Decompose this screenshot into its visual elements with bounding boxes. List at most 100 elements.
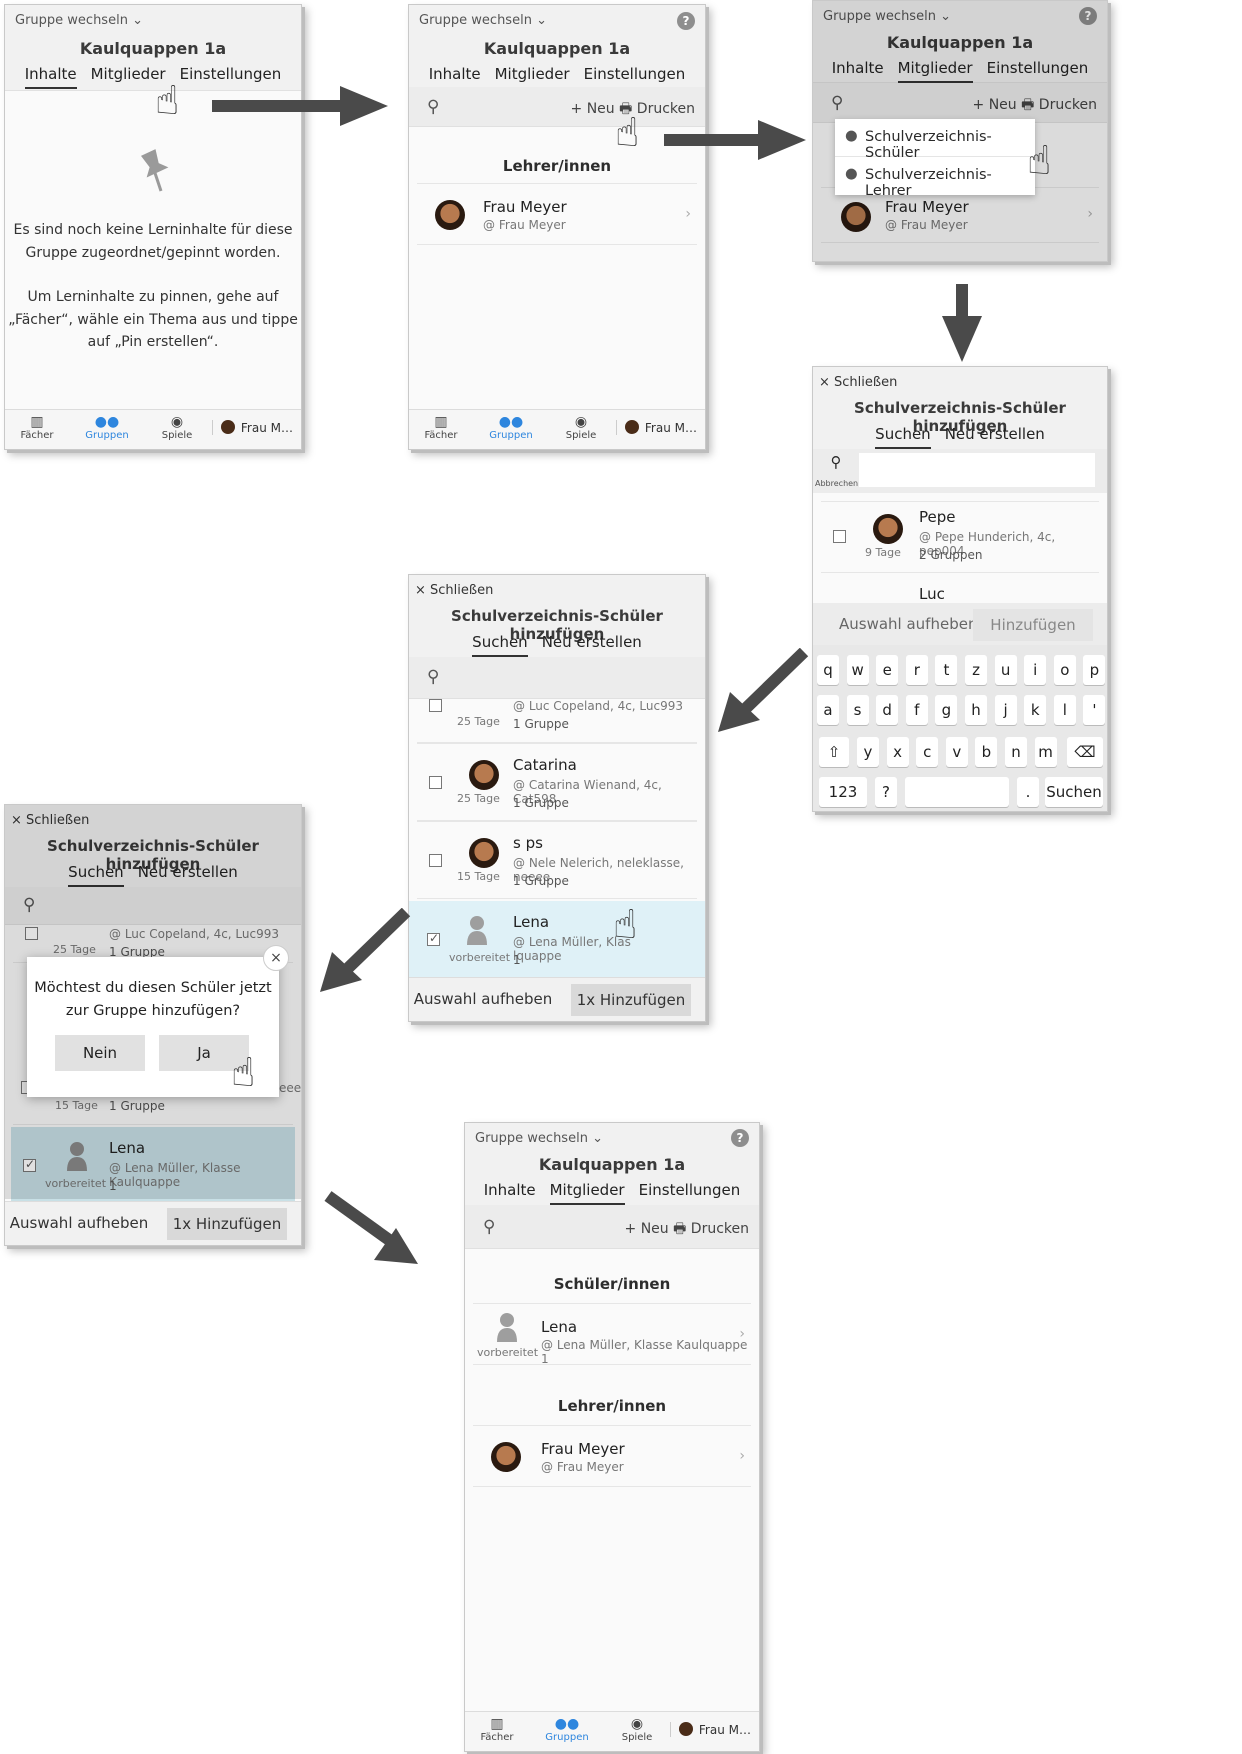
key-'[interactable]: ' <box>1083 695 1106 725</box>
nav-games[interactable]: ◉ Spiele <box>147 414 207 441</box>
list-item[interactable]: 15 Tage s ps @ Nele Nelerich, neleklasse… <box>417 821 697 899</box>
key-b[interactable]: b <box>975 737 998 767</box>
key-c[interactable]: c <box>916 737 939 767</box>
tab-contents[interactable]: Inhalte <box>24 65 77 89</box>
key-d[interactable]: d <box>876 695 899 725</box>
dialog-close-button[interactable]: × <box>263 945 289 971</box>
select-checkbox[interactable] <box>429 854 442 867</box>
list-item[interactable]: 25 Tage Catarina @ Catarina Wienand, 4c,… <box>417 743 697 821</box>
tab-contents[interactable]: Inhalte <box>429 65 481 89</box>
tab-settings[interactable]: Einstellungen <box>584 65 686 89</box>
tab-create[interactable]: Neu erstellen <box>945 425 1045 449</box>
tab-search[interactable]: Suchen <box>875 425 931 449</box>
tab-search[interactable]: Suchen <box>472 633 528 657</box>
gamepad-icon: ◉ <box>630 1716 644 1732</box>
people-icon: ●● <box>94 414 120 430</box>
new-button[interactable]: + Neu <box>625 1221 669 1237</box>
nav-user[interactable]: Frau M… <box>211 420 293 435</box>
shift-key[interactable]: ⇧ <box>819 737 849 767</box>
gamepad-icon: ◉ <box>170 414 184 430</box>
help-icon[interactable]: ? <box>731 1129 749 1147</box>
deselect-button[interactable]: Auswahl aufheben <box>839 615 977 633</box>
menu-item-teachers[interactable]: ● Schulverzeichnis-Lehrer <box>835 157 1035 199</box>
list-item-selected[interactable]: vorbereitet Lena @ Lena Müller, Klaslqua… <box>409 901 705 979</box>
print-button[interactable]: 🖶 Drucken <box>673 1221 749 1237</box>
close-button[interactable]: × Schließen <box>415 583 493 598</box>
key-g[interactable]: g <box>935 695 958 725</box>
tab-members[interactable]: Mitglieder <box>549 1181 625 1205</box>
key-s[interactable]: s <box>846 695 869 725</box>
dot-key[interactable]: . <box>1017 777 1039 807</box>
search-input[interactable] <box>859 453 1095 487</box>
list-item[interactable]: 25 Tage @ Luc Copeland, 4c, Luc993 1 Gru… <box>417 697 697 743</box>
nav-groups[interactable]: ●● Gruppen <box>481 414 541 441</box>
group-switch-button[interactable]: Gruppe wechseln ⌄ <box>475 1131 603 1146</box>
list-item[interactable]: Frau Meyer @ Frau Meyer › <box>417 183 697 245</box>
select-checkbox[interactable] <box>427 931 440 946</box>
nav-games[interactable]: ◉ Spiele <box>607 1716 667 1743</box>
no-button[interactable]: Nein <box>55 1035 145 1071</box>
key-o[interactable]: o <box>1053 655 1076 685</box>
nav-groups[interactable]: ●● Gruppen <box>77 414 137 441</box>
group-switch-button[interactable]: Gruppe wechseln ⌄ <box>419 13 547 28</box>
list-item[interactable]: 9 Tage Pepe @ Pepe Hunderich, 4c, pep004… <box>821 501 1099 573</box>
key-t[interactable]: t <box>935 655 958 685</box>
deselect-button[interactable]: Auswahl aufheben <box>409 990 557 1008</box>
tab-members[interactable]: Mitglieder <box>494 65 570 89</box>
add-selected-button[interactable]: 1x Hinzufügen <box>571 984 691 1016</box>
key-i[interactable]: i <box>1024 655 1047 685</box>
key-x[interactable]: x <box>886 737 909 767</box>
key-f[interactable]: f <box>905 695 928 725</box>
group-switch-button[interactable]: Gruppe wechseln ⌄ <box>15 13 143 28</box>
deselect-button[interactable]: Auswahl aufheben <box>5 1214 153 1232</box>
key-u[interactable]: u <box>994 655 1017 685</box>
key-a[interactable]: a <box>817 695 839 725</box>
space-key[interactable] <box>905 777 1009 807</box>
list-item[interactable]: Frau Meyer @ Frau Meyer › <box>473 1425 751 1487</box>
nav-subjects[interactable]: ▥ Fächer <box>411 414 471 441</box>
help-icon[interactable]: ? <box>677 12 695 30</box>
key-k[interactable]: k <box>1024 695 1047 725</box>
key-h[interactable]: h <box>965 695 987 725</box>
key-y[interactable]: y <box>857 737 879 767</box>
new-button[interactable]: + Neu <box>571 101 615 117</box>
key-e[interactable]: e <box>876 655 899 685</box>
nav-user[interactable]: Frau M… <box>669 1722 751 1737</box>
search-icon[interactable]: ⚲ <box>483 1217 495 1237</box>
key-r[interactable]: r <box>905 655 928 685</box>
select-checkbox[interactable] <box>833 530 846 543</box>
menu-item-students[interactable]: ● Schulverzeichnis-Schüler <box>835 119 1035 161</box>
key-p[interactable]: p <box>1083 655 1106 685</box>
pointer-hand-icon: ☝ <box>231 1050 256 1096</box>
numbers-key[interactable]: 123 <box>819 777 867 807</box>
search-icon[interactable]: ⚲ <box>427 667 439 687</box>
key-q[interactable]: q <box>817 655 839 685</box>
nav-subjects[interactable]: ▥ Fächer <box>467 1716 527 1743</box>
search-cancel-button[interactable]: ⚲ Abbrechen <box>815 453 858 490</box>
backspace-key[interactable]: ⌫ <box>1067 737 1103 767</box>
nav-groups[interactable]: ●● Gruppen <box>537 1716 597 1743</box>
question-key[interactable]: ? <box>875 777 897 807</box>
nav-games[interactable]: ◉ Spiele <box>551 414 611 441</box>
key-n[interactable]: n <box>1005 737 1027 767</box>
tab-settings[interactable]: Einstellungen <box>639 1181 741 1205</box>
key-v[interactable]: v <box>945 737 968 767</box>
key-l[interactable]: l <box>1053 695 1076 725</box>
group-header: Gruppe wechseln ⌄ ? Kaulquappen 1a Inhal… <box>465 1123 759 1207</box>
add-button[interactable]: Hinzufügen <box>973 609 1093 641</box>
tab-create[interactable]: Neu erstellen <box>542 633 642 657</box>
tab-contents[interactable]: Inhalte <box>484 1181 536 1205</box>
select-checkbox[interactable] <box>429 699 442 712</box>
key-w[interactable]: w <box>846 655 869 685</box>
select-checkbox[interactable] <box>429 776 442 789</box>
nav-subjects[interactable]: ▥ Fächer <box>7 414 67 441</box>
key-m[interactable]: m <box>1034 737 1057 767</box>
key-j[interactable]: j <box>994 695 1017 725</box>
search-key[interactable]: Suchen <box>1045 777 1103 807</box>
search-icon[interactable]: ⚲ <box>427 97 439 117</box>
close-button[interactable]: × Schließen <box>819 375 897 390</box>
add-selected-button[interactable]: 1x Hinzufügen <box>167 1208 287 1240</box>
key-z[interactable]: z <box>965 655 987 685</box>
nav-user[interactable]: Frau M… <box>615 420 697 435</box>
list-item[interactable]: vorbereitet Lena @ Lena Müller, Klasse K… <box>473 1303 751 1366</box>
